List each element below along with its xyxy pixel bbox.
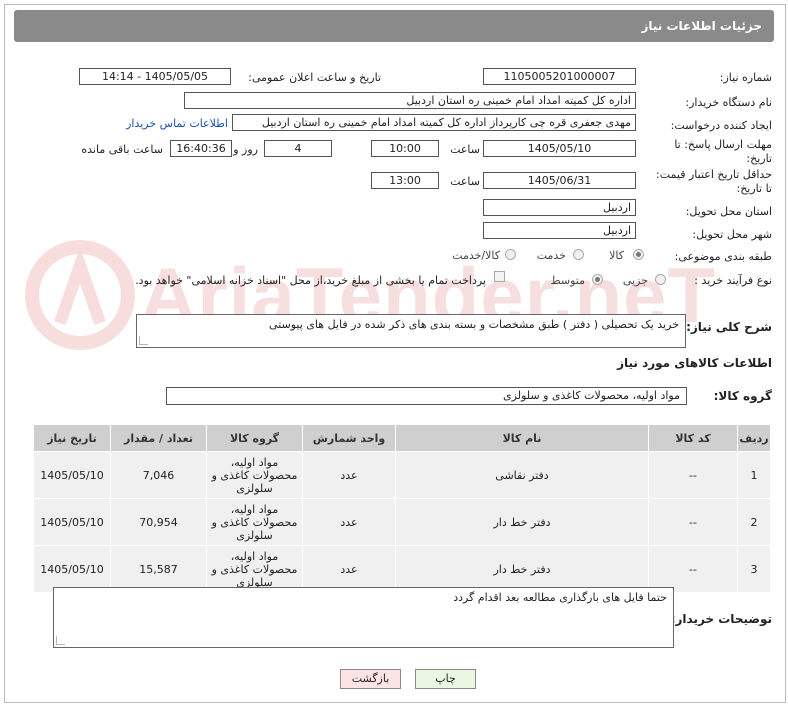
cell-unit: عدد: [302, 498, 396, 546]
need-number-label: شماره نیاز:: [719, 71, 772, 84]
table-row: 1 -- دفتر نقاشی عدد مواد اولیه، محصولات …: [33, 451, 771, 499]
col-unit: واحد شمارش: [302, 424, 396, 452]
goods-section-title: اطلاعات کالاهای مورد نیاز: [617, 356, 772, 370]
description-textarea[interactable]: خرید یک تحصیلی ( دفتر ) طبق مشخصات و بست…: [136, 314, 686, 348]
category-goods-label: کالا: [609, 249, 624, 262]
cell-qty: 70,954: [110, 498, 207, 546]
deadline-time-label: ساعت: [450, 143, 480, 156]
creator-field[interactable]: مهدی جعفری قره چی کارپرداز اداره کل کمیت…: [232, 114, 636, 131]
process-radio-minor[interactable]: [655, 274, 666, 285]
cell-date: 1405/05/10: [33, 545, 111, 593]
cell-date: 1405/05/10: [33, 498, 111, 546]
goods-group-label: گروه کالا:: [713, 389, 772, 403]
days-field[interactable]: 4: [264, 140, 332, 157]
buyer-notes-label: توضیحات خریدار:: [670, 612, 772, 626]
goods-table: ردیف کد کالا نام کالا واحد شمارش گروه کا…: [33, 424, 771, 593]
validity-label-2: تا تاریخ:: [736, 182, 772, 195]
resize-grip-icon[interactable]: [56, 636, 65, 645]
announce-label: تاریخ و ساعت اعلان عمومی:: [248, 71, 381, 84]
deadline-time-field[interactable]: 10:00: [371, 140, 439, 157]
city-label: شهر محل تحویل:: [692, 228, 772, 241]
cell-code: --: [648, 451, 738, 499]
category-radio-goods[interactable]: [633, 249, 644, 260]
creator-label: ایجاد کننده درخواست:: [670, 119, 772, 132]
buyer-org-field[interactable]: اداره کل کمیته امداد امام خمینی ره استان…: [184, 92, 636, 109]
treasury-payment-note: پرداخت تمام یا بخشی از مبلغ خرید،از محل …: [135, 274, 486, 287]
cell-qty: 7,046: [110, 451, 207, 499]
process-medium-label: متوسط: [550, 274, 585, 287]
resize-grip-icon[interactable]: [139, 336, 148, 345]
table-row: 2 -- دفتر خط دار عدد مواد اولیه، محصولات…: [33, 498, 771, 546]
cell-unit: عدد: [302, 545, 396, 593]
validity-date-field[interactable]: 1405/06/31: [483, 172, 636, 189]
col-group: گروه کالا: [206, 424, 303, 452]
province-label: استان محل تحویل:: [685, 205, 772, 218]
days-label: روز و: [233, 143, 258, 156]
cell-unit: عدد: [302, 451, 396, 499]
deadline-label-1: مهلت ارسال پاسخ: تا: [674, 138, 772, 151]
cell-group: مواد اولیه، محصولات کاغذی و سلولزی: [206, 498, 303, 546]
buyer-org-label: نام دستگاه خریدار:: [685, 96, 772, 109]
description-text: خرید یک تحصیلی ( دفتر ) طبق مشخصات و بست…: [269, 318, 679, 331]
table-row: 3 -- دفتر خط دار عدد مواد اولیه، محصولات…: [33, 545, 771, 593]
cell-group: مواد اولیه، محصولات کاغذی و سلولزی: [206, 545, 303, 593]
remaining-label: ساعت باقی مانده: [81, 143, 163, 156]
announce-field[interactable]: 1405/05/05 - 14:14: [79, 68, 231, 85]
need-number-field[interactable]: 1105005201000007: [483, 68, 636, 85]
contact-info-link[interactable]: اطلاعات تماس خریدار: [126, 117, 228, 130]
validity-time-field[interactable]: 13:00: [371, 172, 439, 189]
cell-row: 1: [737, 451, 771, 499]
col-row: ردیف: [737, 424, 771, 452]
cell-name: دفتر خط دار: [395, 498, 649, 546]
category-label: طبقه بندی موضوعی:: [674, 250, 772, 263]
buyer-notes-text: حتما فایل های بارگذاری مطالعه بعد اقدام …: [453, 591, 667, 604]
city-field[interactable]: اردبیل: [483, 222, 636, 239]
cell-qty: 15,587: [110, 545, 207, 593]
treasury-payment-checkbox[interactable]: [494, 271, 505, 282]
category-service-label: خدمت: [536, 249, 566, 262]
buyer-notes-textarea[interactable]: حتما فایل های بارگذاری مطالعه بعد اقدام …: [53, 587, 674, 648]
cell-date: 1405/05/10: [33, 451, 111, 499]
col-date: تاریخ نیاز: [33, 424, 111, 452]
category-radio-service[interactable]: [573, 249, 584, 260]
cell-code: --: [648, 545, 738, 593]
remaining-time-field: 16:40:36: [170, 140, 232, 157]
goods-group-field[interactable]: مواد اولیه، محصولات کاغذی و سلولزی: [166, 387, 687, 405]
page-title: جزئیات اطلاعات نیاز: [14, 10, 774, 42]
cell-name: دفتر خط دار: [395, 545, 649, 593]
col-qty: تعداد / مقدار: [110, 424, 207, 452]
process-radio-medium[interactable]: [592, 274, 603, 285]
validity-time-label: ساعت: [450, 175, 480, 188]
process-minor-label: جزیی: [622, 274, 648, 287]
cell-row: 3: [737, 545, 771, 593]
cell-name: دفتر نقاشی: [395, 451, 649, 499]
deadline-date-field[interactable]: 1405/05/10: [483, 140, 636, 157]
province-field[interactable]: اردبیل: [483, 199, 636, 216]
deadline-label-2: تاریخ:: [746, 152, 772, 165]
process-label: نوع فرآیند خرید :: [694, 274, 772, 287]
category-radio-both[interactable]: [505, 249, 516, 260]
validity-label-1: حداقل تاریخ اعتبار قیمت:: [656, 168, 772, 181]
back-button[interactable]: بازگشت: [340, 669, 401, 689]
col-code: کد کالا: [648, 424, 738, 452]
cell-code: --: [648, 498, 738, 546]
col-name: نام کالا: [395, 424, 649, 452]
category-both-label: کالا/خدمت: [452, 249, 500, 262]
cell-row: 2: [737, 498, 771, 546]
description-label: شرح کلی نیاز:: [686, 320, 772, 334]
print-button[interactable]: چاپ: [415, 669, 476, 689]
cell-group: مواد اولیه، محصولات کاغذی و سلولزی: [206, 451, 303, 499]
